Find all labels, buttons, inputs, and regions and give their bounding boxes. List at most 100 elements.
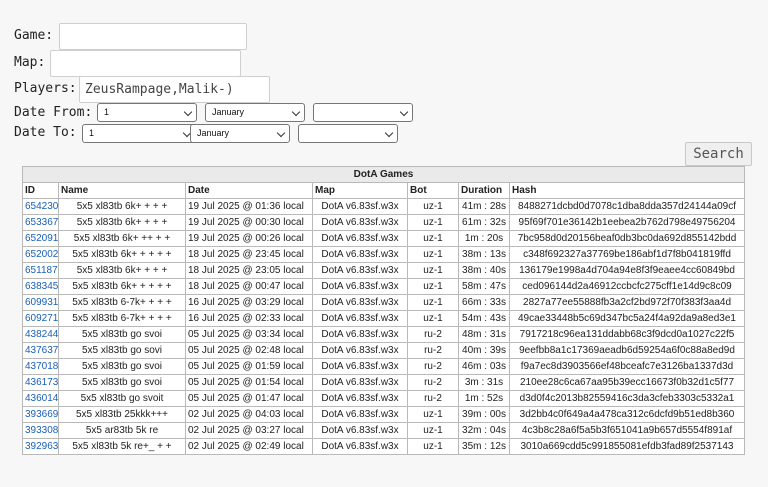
game-id-cell: 436173 — [22, 374, 59, 391]
column-header-id[interactable]: ID — [22, 182, 59, 199]
game-map: DotA v6.83sf.w3x — [312, 310, 408, 327]
column-header-bot[interactable]: Bot — [407, 182, 459, 199]
game-map: DotA v6.83sf.w3x — [312, 342, 408, 359]
game-bot: ru-2 — [407, 326, 459, 343]
game-hash: 210ee28c6ca67aa95b39ecc16673f0b32d1c5f77 — [508, 374, 746, 391]
table-row: 393669 5x5 xl83tb 25kkk+++ 02 Jul 2025 @ 0… — [22, 406, 746, 423]
game-duration: 38m : 13s — [458, 246, 510, 263]
date-to-year-select[interactable] — [298, 124, 398, 143]
game-id-link[interactable]: 393308 — [25, 425, 58, 436]
game-id-link[interactable]: 609931 — [25, 297, 58, 308]
game-bot: uz-1 — [407, 214, 459, 231]
column-header-duration[interactable]: Duration — [458, 182, 510, 199]
search-button[interactable]: Search — [685, 142, 752, 166]
chevron-down-icon — [291, 107, 301, 117]
game-map: DotA v6.83sf.w3x — [312, 422, 408, 439]
game-date: 16 Jul 2025 @ 02:33 local — [185, 310, 313, 327]
game-id-link[interactable]: 436014 — [25, 393, 58, 404]
game-id-link[interactable]: 437018 — [25, 361, 58, 372]
game-id-link[interactable]: 392963 — [25, 441, 58, 452]
game-bot: uz-1 — [407, 294, 459, 311]
game-name: 5x5 xl83tb 6-7k+ + + + — [58, 294, 186, 311]
game-name: 5x5 xl83tb 6k+ + + + — [58, 262, 186, 279]
table-row: 654230 5x5 xl83tb 6k+ + + +19 Jul 2025 @ … — [22, 198, 746, 215]
game-duration: 40m : 39s — [458, 342, 510, 359]
game-hash: 49cae33448b5c69d347bc5a24f4a92da9a8ed3e1 — [508, 310, 746, 327]
game-date: 18 Jul 2025 @ 23:45 local — [185, 246, 313, 263]
game-duration: 61m : 32s — [458, 214, 510, 231]
table-caption: DotA Games — [21, 166, 746, 183]
column-header-name[interactable]: Name — [58, 182, 186, 199]
game-name: 5x5 xl83tb go svoi — [58, 326, 186, 343]
game-bot: ru-2 — [407, 358, 459, 375]
players-label: Players: — [14, 81, 77, 96]
game-date: 02 Jul 2025 @ 02:49 local — [185, 438, 313, 455]
date-from-day-select[interactable]: 1 — [97, 103, 197, 122]
game-duration: 54m : 43s — [458, 310, 510, 327]
map-label: Map: — [14, 55, 46, 70]
game-id-link[interactable]: 652091 — [25, 233, 58, 244]
game-date: 16 Jul 2025 @ 03:29 local — [185, 294, 313, 311]
game-bot: uz-1 — [407, 406, 459, 423]
game-duration: 1m : 52s — [458, 390, 510, 407]
players-input[interactable] — [79, 76, 270, 103]
game-map: DotA v6.83sf.w3x — [312, 294, 408, 311]
game-id-link[interactable]: 654230 — [25, 201, 58, 212]
game-hash: 136179e1998a4d704a94e8f3f9eaee4cc60849bd — [508, 262, 746, 279]
date-to-month-select[interactable]: January — [190, 124, 290, 143]
game-id-cell: 392963 — [22, 438, 59, 455]
game-id-link[interactable]: 436173 — [25, 377, 58, 388]
game-map: DotA v6.83sf.w3x — [312, 358, 408, 375]
date-to-day-select[interactable]: 1 — [82, 124, 196, 143]
date-from-year-select[interactable] — [313, 103, 413, 122]
date-from-label: Date From: — [14, 105, 93, 120]
game-duration: 39m : 00s — [458, 406, 510, 423]
game-id-link[interactable]: 651187 — [25, 265, 58, 276]
game-map: DotA v6.83sf.w3x — [312, 406, 408, 423]
game-hash: 9eefbb8a1c17369aeadb6d59254a6f0c88a8ed9d — [508, 342, 746, 359]
chevron-down-icon — [399, 107, 409, 117]
game-hash: 4c3b8c28a6f5a5b3f651041a9b657d5554f891af — [508, 422, 746, 439]
map-input[interactable] — [50, 50, 241, 77]
game-name: 5x5 xl83tb go svoi — [58, 374, 186, 391]
game-id-link[interactable]: 437637 — [25, 345, 58, 356]
chevron-down-icon — [384, 128, 394, 138]
game-map: DotA v6.83sf.w3x — [312, 230, 408, 247]
game-name: 5x5 xl83tb go svoi — [58, 358, 186, 375]
game-id-link[interactable]: 393669 — [25, 409, 58, 420]
game-bot: ru-2 — [407, 390, 459, 407]
column-header-date[interactable]: Date — [185, 182, 313, 199]
game-name: 5x5 xl83tb 6k+ + + + — [58, 198, 186, 215]
game-bot: uz-1 — [407, 230, 459, 247]
game-hash: 3010a669cdd5c991855081efdb3fad89f2537143 — [508, 438, 746, 455]
game-hash: ced096144d2a46912ccbcfc275cff1e14d9c8c09 — [508, 278, 746, 295]
column-header-hash[interactable]: Hash — [508, 182, 746, 199]
game-duration: 66m : 33s — [458, 294, 510, 311]
game-duration: 38m : 40s — [458, 262, 510, 279]
game-duration: 1m : 20s — [458, 230, 510, 247]
game-input[interactable] — [59, 23, 247, 50]
table-row: 436173 5x5 xl83tb go svoi 05 Jul 2025 @ 01… — [22, 374, 746, 391]
table-row: 638345 5x5 xl83tb 6k+ + + + +18 Jul 2025 … — [22, 278, 746, 295]
game-id-cell: 437018 — [22, 358, 59, 375]
game-id-cell: 653367 — [22, 214, 59, 231]
game-name: 5x5 xl83tb 6k+ + + + — [58, 214, 186, 231]
game-bot: uz-1 — [407, 310, 459, 327]
table-row: 393308 5x5 ar83tb 5k re 02 Jul 2025 @ 03:2… — [22, 422, 746, 439]
game-id-link[interactable]: 638345 — [25, 281, 58, 292]
date-from-month-select[interactable]: January — [205, 103, 305, 122]
date-to-month-value: January — [197, 128, 230, 138]
table-row: 437637 5x5 xl83tb go sovi 05 Jul 2025 @ 02… — [22, 342, 746, 359]
game-id-cell: 654230 — [22, 198, 59, 215]
game-map: DotA v6.83sf.w3x — [312, 374, 408, 391]
game-id-link[interactable]: 652002 — [25, 249, 58, 260]
game-duration: 58m : 47s — [458, 278, 510, 295]
game-id-link[interactable]: 438244 — [25, 329, 58, 340]
game-id-cell: 609931 — [22, 294, 59, 311]
game-id-link[interactable]: 609271 — [25, 313, 58, 324]
column-header-map[interactable]: Map — [312, 182, 408, 199]
games-table: DotA Games ID Name Date Map Bot Duration… — [21, 166, 746, 455]
game-id-link[interactable]: 653367 — [25, 217, 58, 228]
game-name: 5x5 xl83tb 6-7k+ + + + — [58, 310, 186, 327]
chevron-down-icon — [276, 128, 286, 138]
